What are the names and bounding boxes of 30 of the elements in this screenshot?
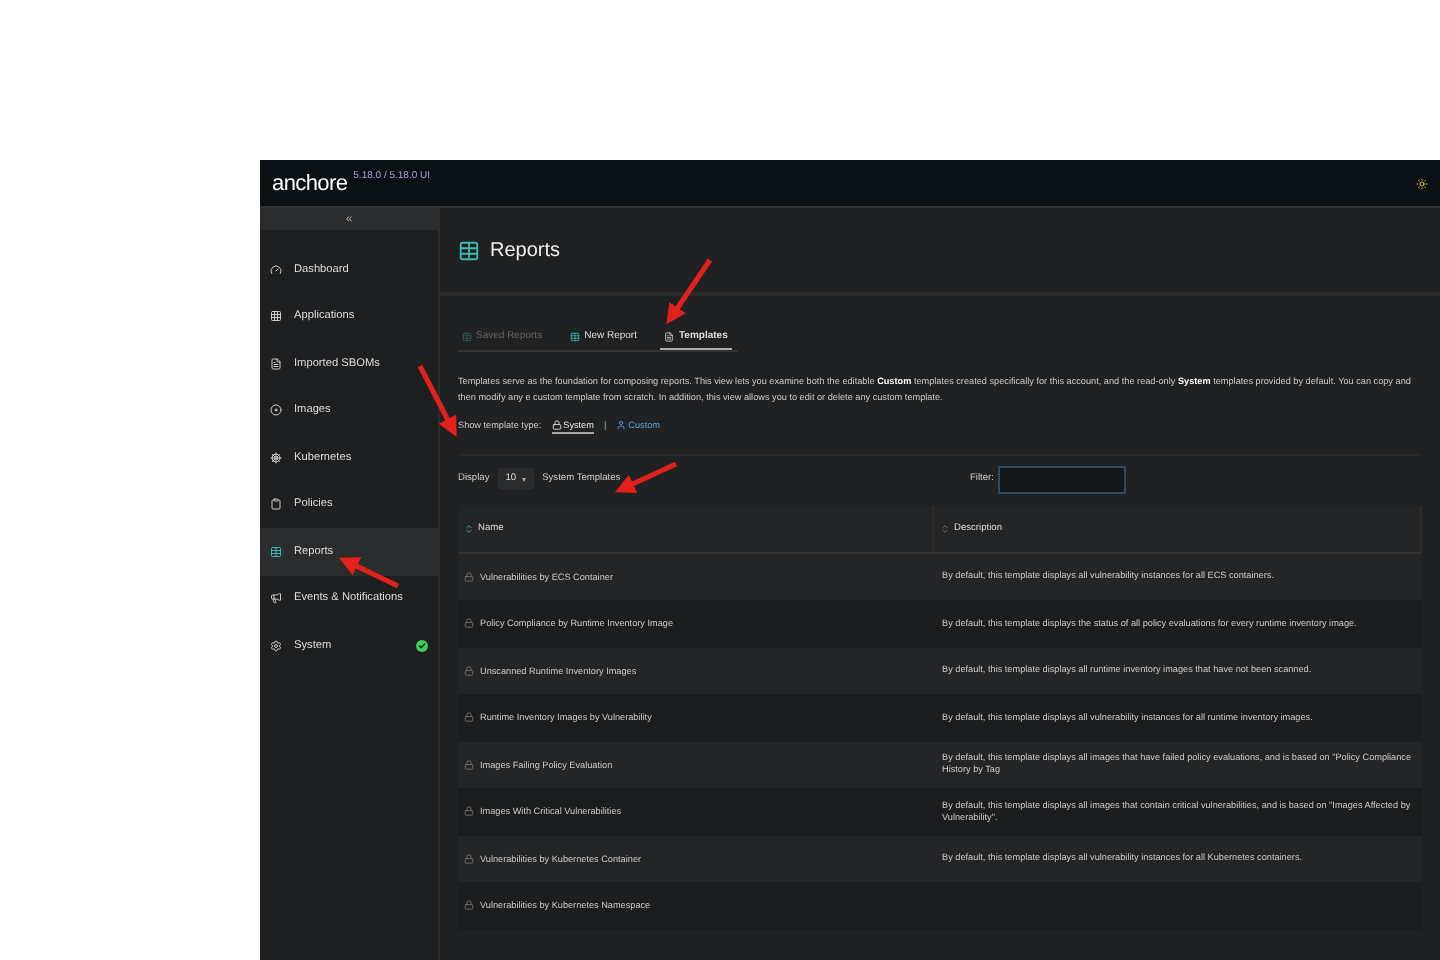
sidebar-item-icon [270, 404, 282, 417]
sun-icon[interactable] [1416, 177, 1428, 189]
sidebar-item-icon [270, 451, 282, 464]
lock-icon [464, 900, 474, 911]
sidebar-item-icon [270, 498, 282, 511]
table-icon [462, 331, 472, 341]
document-icon [664, 331, 675, 341]
table-icon [458, 239, 480, 261]
page-title: Reports [490, 239, 561, 261]
sidebar-item-icon [270, 310, 282, 323]
anchore-logo: anchore [272, 171, 348, 195]
lock-icon [464, 806, 474, 817]
sidebar-item-icon [270, 263, 282, 276]
filter-field[interactable] [998, 465, 1126, 494]
sidebar-item-icon [270, 545, 282, 558]
annotation-arrow [339, 557, 400, 589]
annotation-arrow [666, 258, 713, 325]
sidebar-item-icon [270, 592, 282, 605]
lock-icon [464, 665, 474, 676]
lock-icon [464, 571, 474, 582]
lock-icon [464, 618, 474, 629]
user-icon [616, 419, 627, 430]
sidebar-item-icon [270, 357, 282, 370]
annotation-arrow [417, 364, 457, 437]
lock-icon [464, 759, 474, 770]
table-icon [570, 331, 581, 341]
lock-icon [464, 853, 474, 864]
lock-icon [551, 419, 562, 430]
sidebar-item-icon [270, 639, 282, 652]
lock-icon [464, 712, 474, 723]
